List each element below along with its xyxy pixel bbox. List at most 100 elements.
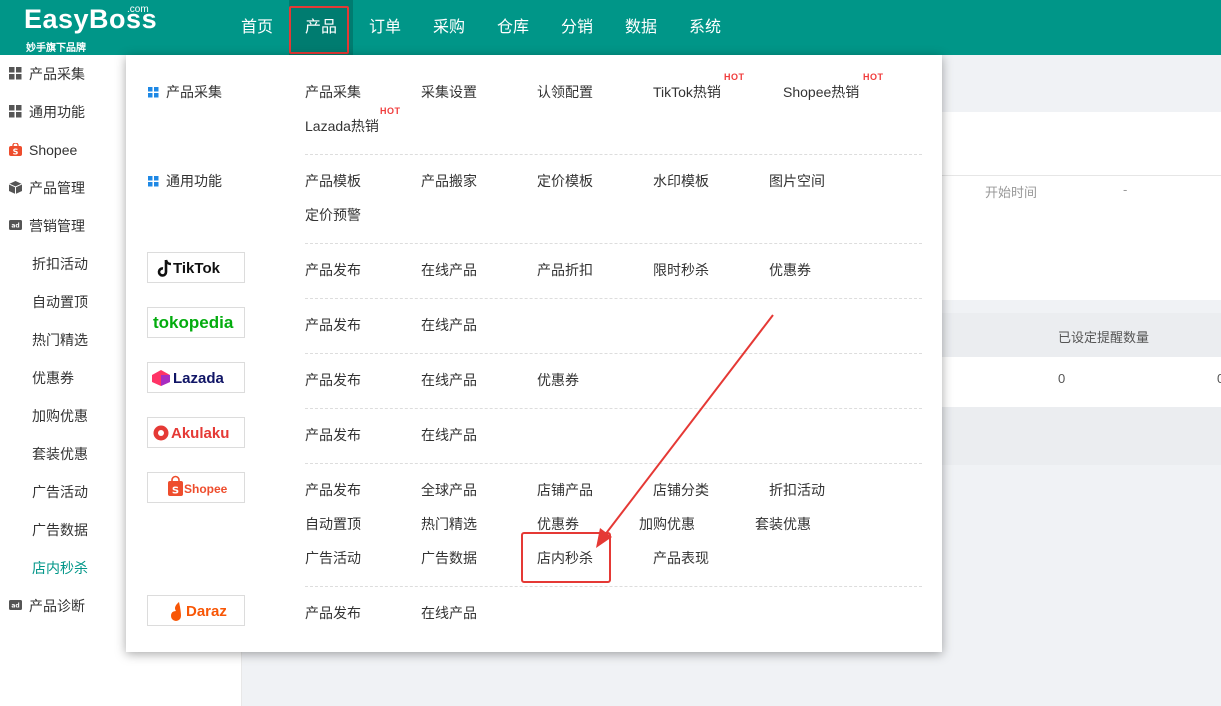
daraz-logo: Daraz [147,595,245,626]
divider [305,408,922,409]
nav-orders[interactable]: 订单 [357,0,413,55]
lazada-logo: Lazada [147,362,245,393]
category-general: 通用功能 [148,171,222,191]
menu-link[interactable]: 产品发布 [305,315,361,335]
nav-data[interactable]: 数据 [613,0,669,55]
divider [305,586,922,587]
menu-link[interactable]: 优惠券 [537,370,579,390]
akulaku-logo-text: Akulaku [171,425,229,442]
menu-link[interactable]: 全球产品 [421,480,477,500]
tiktok-logo: TikTok [147,252,245,283]
sidebar-item-label: 产品诊断 [29,598,85,614]
product-dropdown-menu: 产品采集 产品采集 采集设置 认领配置 TikTok热销 HOT Shopee热销… [126,55,942,652]
cube-icon [9,181,22,194]
menu-link[interactable]: 定价预警 [305,205,361,225]
sidebar-subitem-label: 广告数据 [32,522,88,538]
hot-badge: HOT [380,106,401,116]
sidebar-subitem-label: 热门精选 [32,332,88,348]
menu-link-hot[interactable]: Shopee热销 HOT [783,72,883,102]
tokopedia-icon: tokopedia [153,313,234,332]
tiktok-logo-text: TikTok [173,260,221,277]
menu-link[interactable]: 产品折扣 [537,260,593,280]
svg-text:S: S [172,486,179,497]
menu-link[interactable]: 产品发布 [305,425,361,445]
grid-icon [9,67,22,80]
highlight-box-flash-sale [521,532,611,583]
lazada-logo-text: Lazada [173,370,225,387]
daraz-icon: Daraz [171,602,227,621]
nav-warehouse[interactable]: 仓库 [485,0,541,55]
menu-link[interactable]: 认领配置 [537,82,593,102]
daraz-logo-text: Daraz [186,603,227,620]
svg-text:S: S [13,148,19,157]
menu-link[interactable]: 在线产品 [421,425,477,445]
menu-link[interactable]: 广告活动 [305,548,361,568]
menu-link[interactable]: 自动置顶 [305,514,361,534]
reminder-count-header: 已设定提醒数量 [1058,330,1150,345]
hot-badge: HOT [724,72,745,82]
grid-icon [9,105,22,118]
menu-link[interactable]: 产品发布 [305,603,361,623]
sidebar-subitem-label: 加购优惠 [32,408,88,424]
shopee-icon: S Shopee [168,475,228,497]
menu-link[interactable]: 店铺分类 [653,480,709,500]
divider [305,298,922,299]
menu-link[interactable]: 水印模板 [653,171,709,191]
menu-link[interactable]: 产品模板 [305,171,361,191]
menu-link[interactable]: 产品发布 [305,480,361,500]
date-separator: - [1123,182,1128,197]
menu-link[interactable]: 在线产品 [421,370,477,390]
menu-link[interactable]: 产品表现 [653,548,709,568]
tiktok-icon: TikTok [157,259,221,277]
nav-product[interactable]: 产品 [289,0,353,55]
category-title: 产品采集 [166,84,222,100]
sidebar-item-label: Shopee [29,142,78,158]
divider [305,154,922,155]
menu-link[interactable]: 定价模板 [537,171,593,191]
menu-link[interactable]: 在线产品 [421,315,477,335]
sidebar-subitem-label: 自动置顶 [32,294,88,310]
sidebar-subitem-label: 优惠券 [32,370,74,386]
easyboss-logo[interactable]: EasyBoss .com 妙手旗下品牌 [24,4,159,54]
divider [305,463,922,464]
menu-link[interactable]: 套装优惠 [755,514,811,534]
menu-link[interactable]: 产品搬家 [421,171,477,191]
akulaku-logo: Akulaku [147,417,245,448]
logo-com: .com [127,4,149,15]
nav-purchase[interactable]: 采购 [421,0,477,55]
menu-link[interactable]: 热门精选 [421,514,477,534]
shopee-bag-icon: S [9,143,22,156]
menu-link[interactable]: 产品发布 [305,260,361,280]
menu-link[interactable]: 广告数据 [421,548,477,568]
sidebar-item-label: 通用功能 [29,104,85,120]
menu-link[interactable]: 折扣活动 [769,480,825,500]
logo-tagline: 妙手旗下品牌 [26,43,86,54]
menu-link[interactable]: 产品发布 [305,370,361,390]
hot-badge: HOT [863,72,884,82]
nav-system[interactable]: 系统 [677,0,733,55]
highlight-box-nav [289,6,349,54]
menu-link[interactable]: 采集设置 [421,82,477,102]
start-time-label: 开始时间 [985,185,1038,200]
divider [305,243,922,244]
category-collect: 产品采集 [148,82,222,102]
menu-link-hot[interactable]: Lazada热销 HOT [305,106,400,136]
menu-link[interactable]: 优惠券 [537,514,579,534]
menu-link[interactable]: 在线产品 [421,260,477,280]
nav-distribution[interactable]: 分销 [549,0,605,55]
menu-link[interactable]: 图片空间 [769,171,825,191]
tokopedia-logo-text: tokopedia [153,313,234,332]
sidebar-item-label: 产品采集 [29,66,85,82]
shopee-logo: S Shopee [147,472,245,503]
menu-link[interactable]: 在线产品 [421,603,477,623]
menu-link[interactable]: 优惠券 [769,260,811,280]
menu-link[interactable]: 加购优惠 [639,514,695,534]
menu-link[interactable]: 限时秒杀 [653,260,709,280]
menu-link[interactable]: 店铺产品 [537,480,593,500]
tokopedia-logo: tokopedia [147,307,245,338]
menu-link[interactable]: 产品采集 [305,82,361,102]
menu-link-label: TikTok热销 [653,84,721,100]
nav-home[interactable]: 首页 [229,0,285,55]
menu-link-hot[interactable]: TikTok热销 HOT [653,72,744,102]
ad-icon: ad [9,220,22,230]
